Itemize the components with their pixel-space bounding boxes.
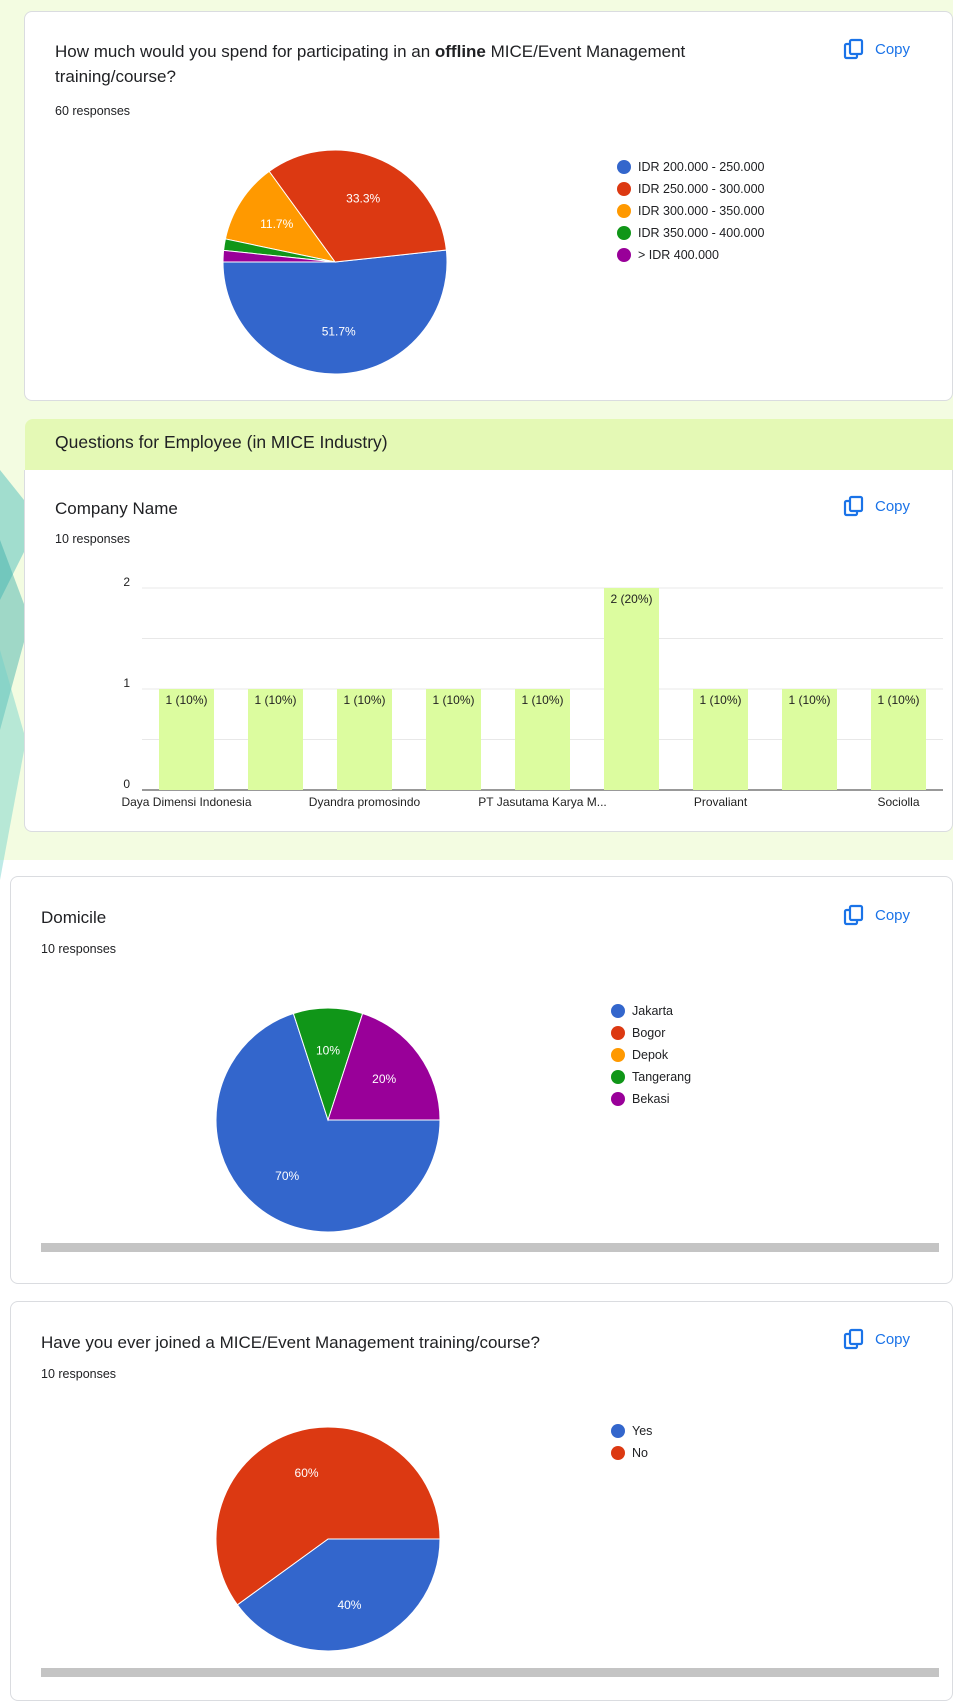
legend-swatch: [617, 204, 631, 218]
legend-swatch: [617, 226, 631, 240]
horizontal-scrollbar[interactable]: [41, 1668, 939, 1677]
bar-data-label: 1 (10%): [877, 693, 919, 707]
copy-button[interactable]: Copy: [843, 904, 910, 926]
copy-icon: [843, 1328, 864, 1350]
pie-label-tangerang: 10%: [316, 1044, 340, 1058]
pie-label-idr-250-000-300-000: 33.3%: [346, 192, 380, 206]
legend-item-tangerang: Tangerang: [611, 1066, 691, 1088]
legend-label: Depok: [632, 1048, 669, 1062]
bar-data-label: 1 (10%): [788, 693, 830, 707]
copy-icon: [843, 38, 864, 60]
bar-data-label: 2 (20%): [610, 592, 652, 606]
legend-item-bogor: Bogor: [611, 1022, 691, 1044]
pie-label-jakarta: 70%: [275, 1169, 299, 1183]
question-card-company: Company Name 10 responses Copy 0 1 2 1 (10%…: [24, 470, 953, 832]
question-title: How much would you spend for participati…: [55, 42, 686, 86]
title-emphasis: offline: [434, 42, 486, 61]
legend-swatch: [611, 1092, 625, 1106]
bar-data-label: 1 (10%): [165, 693, 207, 707]
copy-button[interactable]: Copy: [843, 1328, 910, 1350]
legend-label: Yes: [632, 1424, 653, 1438]
chart-legend: Yes No: [611, 1420, 652, 1464]
legend-swatch: [611, 1004, 625, 1018]
copy-icon: [843, 904, 864, 926]
response-count: 10 responses: [41, 1367, 117, 1381]
pie-label-no: 60%: [295, 1466, 319, 1480]
pie-chart-spending: 51.7% 33.3% 11.7%: [222, 149, 448, 375]
legend-item-idr-200-000-250-000: IDR 200.000 - 250.000: [617, 156, 764, 178]
pie-chart-domicile: 70% 10% 20%: [215, 1007, 441, 1233]
legend-item-idr-300-000-350-000: IDR 300.000 - 350.000: [617, 200, 764, 222]
x-tick-label: PT Jasutama Karya M...: [478, 795, 607, 809]
bar-pt-dyandra-promosindo: [604, 588, 659, 790]
legend-item-yes: Yes: [611, 1420, 652, 1442]
question-card-domicile: Domicile 10 responses Copy 70% 10% 20% Jak…: [10, 876, 953, 1284]
pie-label-idr-300-000-350-000: 11.7%: [260, 217, 293, 231]
bar-data-label: 1 (10%): [254, 693, 296, 707]
copy-button[interactable]: Copy: [843, 38, 910, 60]
y-tick-label: 2: [123, 575, 130, 589]
legend-swatch: [617, 248, 631, 262]
legend-item-no: No: [611, 1442, 652, 1464]
legend-label: Jakarta: [632, 1004, 673, 1018]
bar-chart-company: 0 1 2 1 (10%) Daya Dimensi Indonesia 1 (10%) D…: [121, 575, 943, 809]
x-tick-label: Dyandra promosindo: [309, 795, 421, 809]
legend-item-jakarta: Jakarta: [611, 1000, 691, 1022]
legend-item-depok: Depok: [611, 1044, 691, 1066]
legend-label: IDR 300.000 - 350.000: [638, 204, 765, 218]
question-card-training: Have you ever joined a MICE/Event Manage…: [10, 1301, 953, 1701]
horizontal-scrollbar[interactable]: [41, 1243, 939, 1252]
legend-swatch: [611, 1070, 625, 1084]
response-count: 10 responses: [55, 532, 131, 546]
legend-item-idr-400-000: > IDR 400.000: [617, 244, 764, 266]
legend-swatch: [611, 1424, 625, 1438]
question-title: Domicile: [41, 908, 107, 927]
pie-label-bekasi: 20%: [372, 1072, 396, 1086]
chart-legend: IDR 200.000 - 250.000 IDR 250.000 - 300.0…: [617, 156, 764, 266]
pie-label-idr-200-000-250-000: 51.7%: [322, 324, 356, 338]
legend-item-idr-350-000-400-000: IDR 350.000 - 400.000: [617, 222, 764, 244]
legend-label: No: [632, 1446, 648, 1460]
bar-data-label: 1 (10%): [699, 693, 741, 707]
x-tick-label: Provaliant: [694, 795, 748, 809]
legend-item-idr-250-000-300-000: IDR 250.000 - 300.000: [617, 178, 764, 200]
copy-icon: [843, 495, 864, 517]
legend-swatch: [611, 1048, 625, 1062]
question-title: Have you ever joined a MICE/Event Manage…: [41, 1333, 540, 1352]
response-count: 60 responses: [55, 104, 131, 118]
chart-legend: Jakarta Bogor Depok Tangerang Bekasi: [611, 1000, 691, 1110]
legend-label: Bogor: [632, 1026, 666, 1040]
y-tick-label: 0: [123, 777, 130, 791]
legend-label: IDR 350.000 - 400.000: [638, 226, 765, 240]
question-title: Company Name: [55, 499, 178, 518]
x-tick-label: Daya Dimensi Indonesia: [121, 795, 251, 809]
legend-swatch: [617, 160, 631, 174]
bar-data-label: 1 (10%): [521, 693, 563, 707]
legend-label: Tangerang: [632, 1070, 692, 1084]
legend-label: > IDR 400.000: [638, 248, 719, 262]
question-card-spending: How much would you spend for participati…: [24, 11, 953, 401]
legend-label: IDR 200.000 - 250.000: [638, 160, 765, 174]
section-title: Questions for Employee (in MICE Industry…: [55, 432, 388, 452]
x-tick-label: Sociolla: [877, 795, 919, 809]
legend-swatch: [611, 1446, 625, 1460]
section-header: Questions for Employee (in MICE Industry…: [25, 419, 953, 470]
copy-button[interactable]: Copy: [843, 495, 910, 517]
legend-swatch: [617, 182, 631, 196]
legend-label: Bekasi: [632, 1092, 670, 1106]
pie-chart-training: 40% 60%: [215, 1426, 441, 1652]
legend-label: IDR 250.000 - 300.000: [638, 182, 765, 196]
bar-data-label: 1 (10%): [432, 693, 474, 707]
legend-item-bekasi: Bekasi: [611, 1088, 691, 1110]
bar-data-label: 1 (10%): [343, 693, 385, 707]
response-count: 10 responses: [41, 942, 117, 956]
legend-swatch: [611, 1026, 625, 1040]
pie-label-yes: 40%: [337, 1598, 361, 1612]
pie-slice-idr-200-000-250-000: [222, 249, 448, 375]
y-tick-label: 1: [123, 676, 130, 690]
